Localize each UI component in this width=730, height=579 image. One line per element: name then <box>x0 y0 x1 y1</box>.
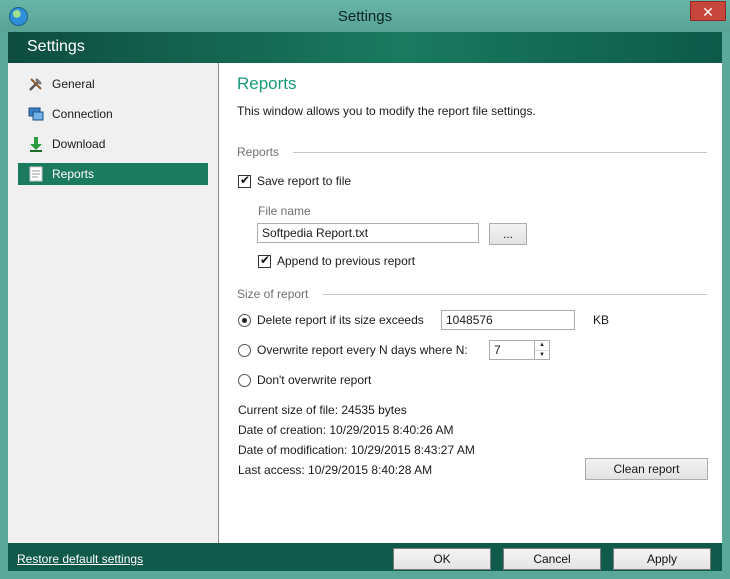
apply-button[interactable]: Apply <box>613 548 711 570</box>
stepper-buttons[interactable]: ▲ ▼ <box>534 340 549 360</box>
file-name-label: File name <box>258 204 311 218</box>
save-report-label[interactable]: Save report to file <box>257 174 351 188</box>
network-icon <box>28 106 44 122</box>
page-description: This window allows you to modify the rep… <box>237 104 536 118</box>
sidebar-item-connection[interactable]: Connection <box>18 103 208 125</box>
page-title: Reports <box>237 74 297 93</box>
section-divider <box>323 294 707 295</box>
creation-date-text: Date of creation: 10/29/2015 8:40:26 AM <box>238 423 454 437</box>
title-bar[interactable]: Settings ✕ <box>0 0 730 32</box>
kb-unit-label: KB <box>593 313 610 327</box>
footer-bar: Restore default settings OK Cancel Apply <box>8 543 722 571</box>
cancel-button[interactable]: Cancel <box>503 548 601 570</box>
last-access-text: Last access: 10/29/2015 8:40:28 AM <box>238 463 433 477</box>
document-icon <box>28 166 44 182</box>
size-section-label: Size of report <box>237 287 309 301</box>
close-button[interactable]: ✕ <box>690 1 726 21</box>
restore-defaults-link[interactable]: Restore default settings <box>17 552 143 566</box>
append-report-label[interactable]: Append to previous report <box>277 254 415 268</box>
download-arrow-icon <box>28 136 44 152</box>
days-stepper[interactable]: 7 ▲ ▼ <box>489 340 550 360</box>
dont-overwrite-label[interactable]: Don't overwrite report <box>257 373 371 387</box>
save-report-checkbox[interactable] <box>238 173 251 188</box>
ok-button[interactable]: OK <box>393 548 491 570</box>
delete-report-label[interactable]: Delete report if its size exceeds <box>257 313 424 327</box>
overwrite-report-label[interactable]: Overwrite report every N days where N: <box>257 343 468 357</box>
section-divider <box>293 152 707 153</box>
days-value: 7 <box>494 343 501 357</box>
settings-header: Settings <box>8 32 722 63</box>
window-title: Settings <box>337 8 393 25</box>
sidebar-item-label: Reports <box>52 167 95 181</box>
clean-report-button[interactable]: Clean report <box>585 458 708 480</box>
delete-report-radio[interactable] <box>238 314 251 327</box>
current-size-text: Current size of file: 24535 bytes <box>238 403 407 417</box>
settings-window: Settings ✕ Settings General Connection D… <box>0 0 730 579</box>
sidebar-item-label: General <box>52 77 95 91</box>
overwrite-report-radio[interactable] <box>238 344 251 357</box>
sidebar: General Connection Download Reports <box>8 63 219 543</box>
sidebar-item-label: Download <box>52 137 106 151</box>
reports-section-label: Reports <box>237 145 280 159</box>
window-frame-bottom <box>0 571 730 579</box>
modification-date-text: Date of modification: 10/29/2015 8:43:27… <box>238 443 475 457</box>
header-title: Settings <box>27 38 85 55</box>
append-report-checkbox[interactable] <box>258 253 271 268</box>
tools-icon <box>28 76 44 92</box>
sidebar-item-general[interactable]: General <box>18 73 208 95</box>
window-frame-left <box>0 32 8 572</box>
browse-button[interactable]: ... <box>489 223 527 245</box>
dont-overwrite-radio[interactable] <box>238 374 251 387</box>
sidebar-item-reports[interactable]: Reports <box>18 163 208 185</box>
size-limit-input[interactable]: 1048576 <box>441 310 575 330</box>
window-frame-right <box>722 32 730 572</box>
file-name-input[interactable]: Softpedia Report.txt <box>257 223 479 243</box>
close-icon: ✕ <box>702 4 714 20</box>
chevron-down-icon[interactable]: ▼ <box>535 350 549 360</box>
reports-panel: Reports This window allows you to modify… <box>219 63 722 543</box>
sidebar-item-label: Connection <box>52 107 113 121</box>
sidebar-item-download[interactable]: Download <box>18 133 208 155</box>
